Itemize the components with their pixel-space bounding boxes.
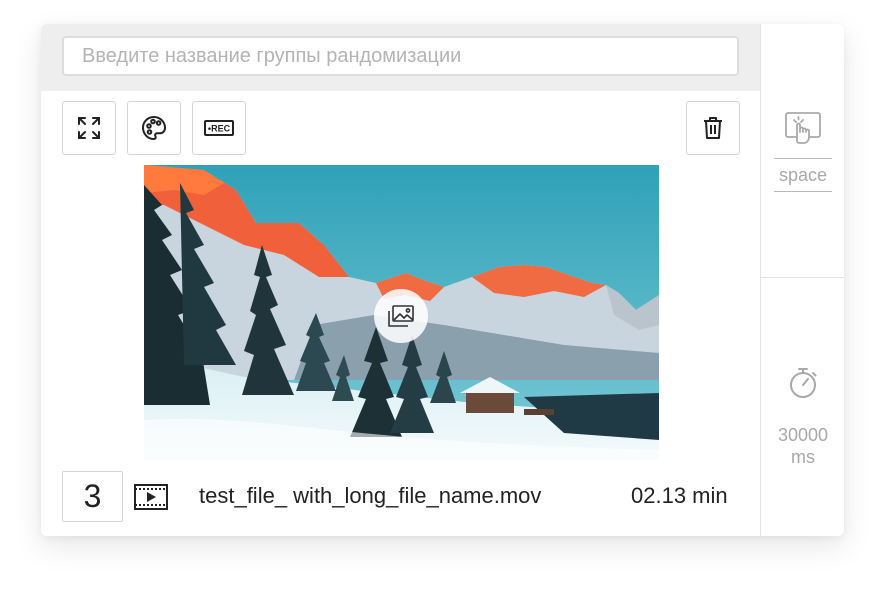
rec-label: •REC xyxy=(208,124,231,134)
touch-icon xyxy=(785,112,821,144)
fullscreen-icon xyxy=(78,117,100,139)
timer-icon xyxy=(790,368,817,398)
palette-icon xyxy=(141,115,167,141)
file-name: test_file_ with_long_file_name.mov xyxy=(199,483,542,508)
timeout-value[interactable]: 30000 xyxy=(761,425,844,446)
record-button[interactable]: •REC xyxy=(192,101,246,155)
response-key[interactable]: space xyxy=(774,158,832,192)
stimulus-index[interactable]: 3 xyxy=(62,471,123,522)
image-icon xyxy=(388,305,414,327)
fullscreen-button[interactable] xyxy=(62,101,116,155)
side-divider xyxy=(761,277,844,278)
delete-button[interactable] xyxy=(686,101,740,155)
trash-icon xyxy=(704,117,722,139)
change-image-button[interactable] xyxy=(374,289,428,343)
palette-button[interactable] xyxy=(127,101,181,155)
video-file-icon xyxy=(134,484,168,510)
stimulus-image-preview[interactable] xyxy=(144,165,659,460)
stimulus-main-panel: •REC xyxy=(41,24,760,536)
response-settings-panel: space 30000 ms xyxy=(760,24,844,536)
rec-icon: •REC xyxy=(204,120,234,136)
group-name-header xyxy=(41,24,760,91)
file-duration: 02.13 min xyxy=(631,483,728,508)
group-name-input[interactable] xyxy=(62,36,739,76)
timeout-unit: ms xyxy=(791,447,815,467)
stimulus-card: •REC xyxy=(41,24,844,536)
